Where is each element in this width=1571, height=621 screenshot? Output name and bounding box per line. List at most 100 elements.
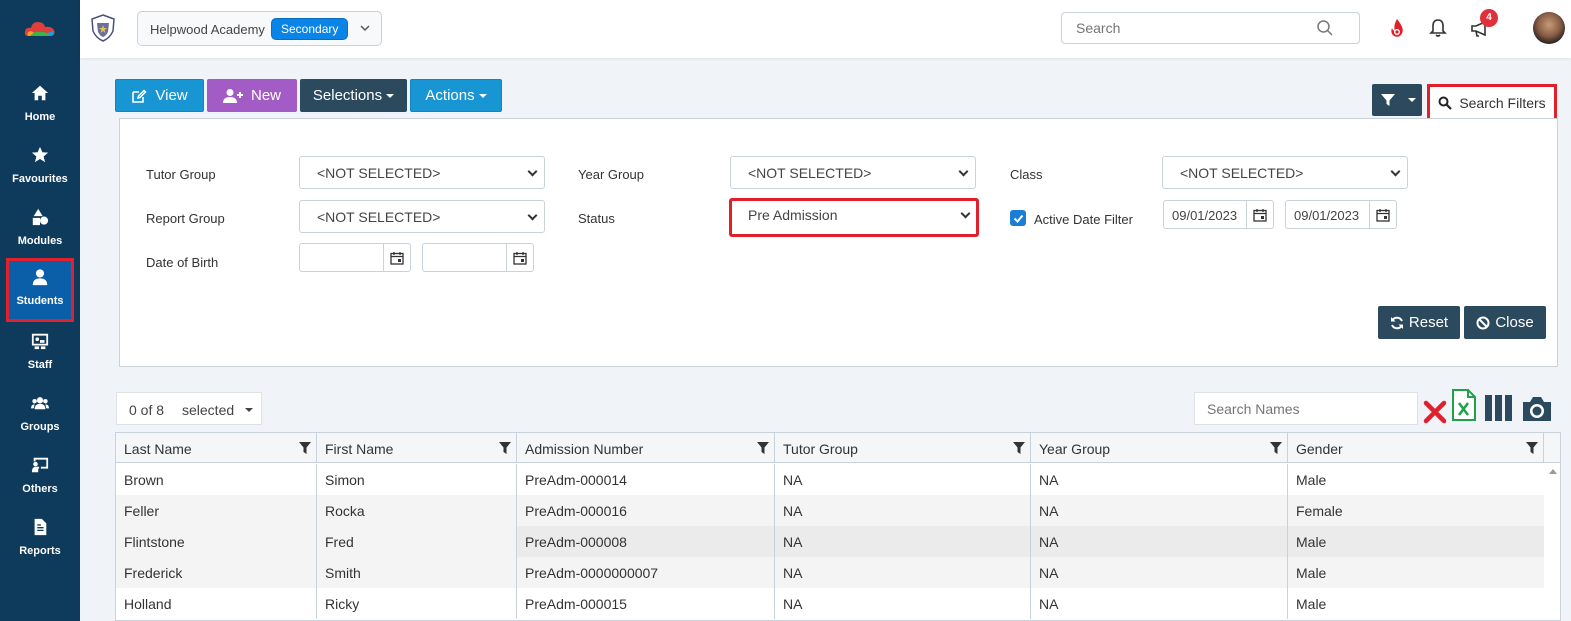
add-user-icon xyxy=(222,88,243,103)
column-header-label: Gender xyxy=(1296,441,1343,457)
selection-count-dropdown[interactable]: 0 of 8 selected xyxy=(116,392,262,425)
table-row[interactable]: Feller Rocka PreAdm-000016 NA NA Female xyxy=(116,495,1544,526)
cell-admission-number: PreAdm-000014 xyxy=(525,472,627,488)
cell-last-name: Feller xyxy=(124,503,160,519)
sidebar-item-home[interactable]: Home xyxy=(8,76,72,136)
column-header-last-name[interactable]: Last Name xyxy=(116,433,317,463)
sidebar-item-others[interactable]: Others xyxy=(8,448,72,508)
name-search-box[interactable] xyxy=(1194,392,1418,425)
scroll-up-icon[interactable] xyxy=(1549,469,1557,474)
view-button-label: View xyxy=(155,87,188,104)
active-date-from-field[interactable]: 09/01/2023 xyxy=(1163,200,1274,229)
close-button[interactable]: Close xyxy=(1464,306,1546,339)
global-search[interactable] xyxy=(1061,12,1360,44)
report-group-label: Report Group xyxy=(146,211,225,226)
calendar-icon[interactable] xyxy=(383,244,410,271)
home-icon xyxy=(8,84,72,108)
name-search-input[interactable] xyxy=(1207,401,1407,417)
caret-down-icon xyxy=(386,93,395,98)
sidebar-item-students[interactable]: Students xyxy=(6,258,74,322)
column-header-label: First Name xyxy=(325,441,394,457)
active-date-filter-checkbox[interactable] xyxy=(1010,210,1026,226)
school-name: Helpwood Academy xyxy=(150,22,265,37)
dob-to-field[interactable] xyxy=(422,243,534,272)
clear-filter-icon[interactable] xyxy=(1423,396,1447,428)
column-header-tutor-group[interactable]: Tutor Group xyxy=(775,433,1031,463)
star-icon xyxy=(8,146,72,170)
year-group-value: <NOT SELECTED> xyxy=(748,165,872,181)
cell-admission-number: PreAdm-000008 xyxy=(525,534,627,550)
excel-export-icon[interactable] xyxy=(1451,389,1477,421)
report-group-select[interactable]: <NOT SELECTED> xyxy=(299,200,545,233)
search-icon[interactable] xyxy=(1316,19,1334,37)
school-selector[interactable]: Helpwood Academy Secondary xyxy=(137,11,382,46)
actions-dropdown[interactable]: Actions xyxy=(410,79,502,112)
chevron-down-icon xyxy=(527,166,538,177)
view-button[interactable]: View xyxy=(115,79,204,112)
table-row[interactable]: Flintstone Fred PreAdm-000008 NA NA Male xyxy=(116,526,1544,557)
table-row[interactable]: Brown Simon PreAdm-000014 NA NA Male xyxy=(116,464,1544,495)
global-search-input[interactable] xyxy=(1076,20,1306,36)
column-header-gender[interactable]: Gender xyxy=(1288,433,1544,463)
sidebar-item-groups[interactable]: Groups xyxy=(8,386,72,446)
year-group-select[interactable]: <NOT SELECTED> xyxy=(730,156,976,189)
filter-icon[interactable] xyxy=(1012,441,1026,455)
cell-year-group: NA xyxy=(1039,472,1059,488)
app-logo-icon[interactable] xyxy=(24,18,56,40)
reset-label: Reset xyxy=(1408,314,1449,331)
class-label: Class xyxy=(1010,167,1043,182)
class-select[interactable]: <NOT SELECTED> xyxy=(1162,156,1408,189)
calendar-icon[interactable] xyxy=(506,244,533,271)
column-header-year-group[interactable]: Year Group xyxy=(1031,433,1288,463)
dob-from-field[interactable] xyxy=(299,243,411,272)
filter-icon[interactable] xyxy=(1269,441,1283,455)
cell-year-group: NA xyxy=(1039,596,1059,612)
sidebar-item-label: Reports xyxy=(19,545,61,557)
table-row[interactable]: Frederick Smith PreAdm-0000000007 NA NA … xyxy=(116,557,1544,588)
filter-icon xyxy=(1381,94,1395,106)
columns-icon[interactable] xyxy=(1484,392,1514,424)
caret-down-icon xyxy=(1408,98,1416,102)
cell-admission-number: PreAdm-000015 xyxy=(525,596,627,612)
fire-icon[interactable] xyxy=(1386,17,1408,39)
camera-icon[interactable] xyxy=(1521,393,1553,425)
tutor-group-label: Tutor Group xyxy=(146,167,216,182)
column-header-first-name[interactable]: First Name xyxy=(317,433,517,463)
students-table: Last Name First Name Admission Number Tu… xyxy=(115,432,1561,621)
bell-icon[interactable] xyxy=(1427,17,1449,39)
active-date-to-field[interactable]: 09/01/2023 xyxy=(1285,200,1397,229)
status-select[interactable]: Pre Admission xyxy=(729,198,979,237)
table-scrollbar[interactable] xyxy=(1544,463,1560,620)
search-filters-button[interactable]: Search Filters xyxy=(1427,84,1557,121)
chevron-down-icon xyxy=(527,210,538,221)
filter-icon[interactable] xyxy=(756,441,770,455)
sidebar-item-favourites[interactable]: Favourites xyxy=(8,138,72,198)
column-header-label: Tutor Group xyxy=(783,441,858,457)
tutor-group-value: <NOT SELECTED> xyxy=(317,165,441,181)
chalkboard-icon xyxy=(8,332,72,356)
cell-first-name: Fred xyxy=(325,534,354,550)
calendar-icon[interactable] xyxy=(1246,201,1273,228)
filter-icon[interactable] xyxy=(498,441,512,455)
filter-dropdown-button[interactable] xyxy=(1372,84,1422,116)
reset-button[interactable]: Reset xyxy=(1378,306,1460,339)
avatar[interactable] xyxy=(1533,12,1565,44)
class-value: <NOT SELECTED> xyxy=(1180,165,1304,181)
selections-dropdown[interactable]: Selections xyxy=(300,79,407,112)
table-row[interactable]: Holland Ricky PreAdm-000015 NA NA Male xyxy=(116,588,1544,619)
cell-last-name: Frederick xyxy=(124,565,183,581)
column-header-admission-number[interactable]: Admission Number xyxy=(517,433,775,463)
tutor-group-select[interactable]: <NOT SELECTED> xyxy=(299,156,545,189)
sidebar-item-staff[interactable]: Staff xyxy=(8,324,72,384)
search-filters-label: Search Filters xyxy=(1459,94,1546,111)
filter-icon[interactable] xyxy=(1525,441,1539,455)
new-button[interactable]: New xyxy=(207,79,297,112)
filter-icon[interactable] xyxy=(298,441,312,455)
chevron-down-icon xyxy=(960,208,971,219)
cell-first-name: Ricky xyxy=(325,596,360,612)
table-header: Last Name First Name Admission Number Tu… xyxy=(116,433,1560,463)
sidebar-item-modules[interactable]: Modules xyxy=(8,200,72,260)
calendar-icon[interactable] xyxy=(1369,201,1396,228)
actions-label: Actions xyxy=(425,87,475,104)
sidebar-item-reports[interactable]: Reports xyxy=(8,510,72,570)
